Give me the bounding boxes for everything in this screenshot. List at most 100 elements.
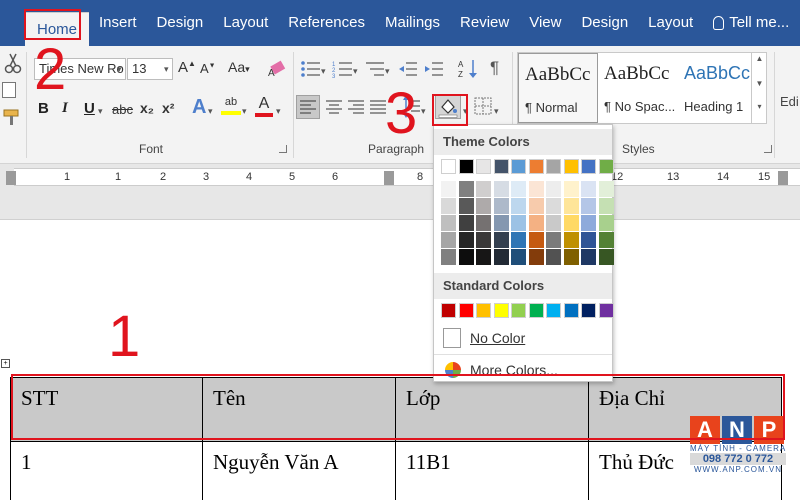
superscript-button[interactable]: x²	[162, 100, 174, 116]
color-shade-swatch[interactable]	[598, 232, 614, 248]
color-shade-swatch[interactable]	[598, 249, 614, 265]
styles-dialog-launcher-icon[interactable]	[764, 145, 772, 153]
color-swatch[interactable]	[493, 159, 509, 174]
color-shade-swatch[interactable]	[493, 232, 509, 248]
color-shade-swatch[interactable]	[563, 249, 579, 265]
align-right-icon[interactable]	[345, 96, 367, 118]
subscript-button[interactable]: x₂	[140, 100, 154, 116]
table-move-handle-icon[interactable]: +	[1, 359, 10, 368]
color-shade-swatch[interactable]	[528, 249, 544, 265]
standard-color-swatch[interactable]	[598, 303, 614, 318]
color-shade-swatch[interactable]	[476, 232, 491, 248]
color-shade-swatch[interactable]	[581, 181, 596, 197]
font-color-dropdown-icon[interactable]: ▾	[276, 106, 281, 117]
table-cell[interactable]: 1	[10, 441, 203, 500]
chevron-up-icon[interactable]: ▲	[752, 54, 767, 63]
color-shade-swatch[interactable]	[458, 232, 474, 248]
text-effects-icon[interactable]: A	[192, 96, 206, 119]
numbering-icon[interactable]: 1 2 3	[332, 60, 354, 78]
color-shade-swatch[interactable]	[493, 215, 509, 231]
format-painter-icon[interactable]	[2, 108, 22, 126]
standard-color-swatch[interactable]	[493, 303, 509, 318]
align-center-icon[interactable]	[323, 96, 345, 118]
color-shade-swatch[interactable]	[458, 181, 474, 197]
font-size-dropdown-icon[interactable]: ▾	[164, 64, 169, 75]
tab-layout[interactable]: Layout	[213, 0, 278, 46]
color-shade-swatch[interactable]	[441, 181, 456, 197]
right-indent-marker[interactable]	[778, 171, 788, 185]
color-shade-swatch[interactable]	[528, 198, 544, 214]
editing-group-label[interactable]: Edi	[780, 94, 799, 109]
color-shade-swatch[interactable]	[528, 215, 544, 231]
tab-table-design[interactable]: Design	[571, 0, 638, 46]
color-shade-swatch[interactable]	[441, 232, 456, 248]
style-heading-1[interactable]: AaBbCc Heading 1	[678, 53, 758, 123]
show-formatting-marks-icon[interactable]: ¶	[490, 58, 499, 78]
tab-review[interactable]: Review	[450, 0, 519, 46]
bullets-icon[interactable]	[300, 60, 322, 78]
color-shade-swatch[interactable]	[458, 249, 474, 265]
color-shade-swatch[interactable]	[563, 215, 579, 231]
color-shade-swatch[interactable]	[493, 249, 509, 265]
color-shade-swatch[interactable]	[546, 249, 561, 265]
line-spacing-dropdown-icon[interactable]: ▾	[421, 106, 426, 117]
tab-references[interactable]: References	[278, 0, 375, 46]
tab-mailings[interactable]: Mailings	[375, 0, 450, 46]
color-shade-swatch[interactable]	[511, 198, 526, 214]
borders-icon[interactable]	[474, 97, 492, 115]
borders-dropdown-icon[interactable]: ▾	[494, 106, 499, 117]
highlight-icon[interactable]: ab	[221, 96, 241, 118]
expand-gallery-icon[interactable]: ▾	[752, 102, 767, 111]
style-normal[interactable]: AaBbCc ¶ Normal	[518, 53, 598, 123]
tab-insert[interactable]: Insert	[89, 0, 147, 46]
tell-me-box[interactable]: Tell me...	[703, 0, 799, 46]
copy-icon[interactable]	[2, 82, 16, 98]
color-shade-swatch[interactable]	[581, 232, 596, 248]
grow-font-icon[interactable]: A▲	[178, 59, 196, 76]
color-shade-swatch[interactable]	[441, 215, 456, 231]
color-shade-swatch[interactable]	[598, 181, 614, 197]
sort-icon[interactable]: AZ	[458, 58, 478, 80]
bullets-dropdown-icon[interactable]: ▾	[321, 66, 326, 77]
highlight-dropdown-icon[interactable]: ▾	[242, 106, 247, 117]
style-no-spacing[interactable]: AaBbCc ¶ No Spac...	[598, 53, 678, 123]
underline-dropdown-icon[interactable]: ▾	[98, 106, 103, 117]
horizontal-ruler[interactable]: 1 1 2 3 4 5 6 8 12 13 14 15	[6, 168, 800, 186]
table-cell[interactable]: Nguyễn Văn A	[202, 441, 396, 500]
tab-table-layout[interactable]: Layout	[638, 0, 703, 46]
color-shade-swatch[interactable]	[581, 198, 596, 214]
standard-color-swatch[interactable]	[563, 303, 579, 318]
increase-indent-icon[interactable]	[424, 60, 444, 78]
cut-icon[interactable]	[4, 52, 22, 74]
color-swatch[interactable]	[581, 159, 596, 174]
tab-design[interactable]: Design	[147, 0, 214, 46]
text-effects-dropdown-icon[interactable]: ▾	[208, 106, 213, 117]
color-shade-swatch[interactable]	[598, 215, 614, 231]
color-shade-swatch[interactable]	[476, 198, 491, 214]
color-shade-swatch[interactable]	[476, 249, 491, 265]
align-left-button[interactable]	[296, 95, 320, 119]
table-row[interactable]: 1 Nguyễn Văn A 11B1 Thủ Đức	[10, 441, 782, 500]
color-shade-swatch[interactable]	[563, 232, 579, 248]
clear-formatting-icon[interactable]: A	[268, 60, 288, 78]
color-shade-swatch[interactable]	[511, 181, 526, 197]
standard-color-swatch[interactable]	[581, 303, 596, 318]
color-swatch[interactable]	[441, 159, 456, 174]
color-swatch[interactable]	[546, 159, 561, 174]
color-shade-swatch[interactable]	[563, 181, 579, 197]
tab-view[interactable]: View	[519, 0, 571, 46]
color-shade-swatch[interactable]	[528, 232, 544, 248]
color-shade-swatch[interactable]	[441, 249, 456, 265]
color-shade-swatch[interactable]	[563, 198, 579, 214]
no-color-option[interactable]: No Color	[438, 325, 610, 351]
table-column-marker[interactable]	[384, 171, 394, 185]
color-shade-swatch[interactable]	[458, 198, 474, 214]
color-shade-swatch[interactable]	[493, 181, 509, 197]
underline-button[interactable]: U	[84, 100, 95, 117]
color-swatch[interactable]	[528, 159, 544, 174]
color-swatch[interactable]	[598, 159, 614, 174]
styles-scrollbar[interactable]: ▲ ▼ ▾	[751, 52, 767, 124]
color-shade-swatch[interactable]	[546, 232, 561, 248]
color-shade-swatch[interactable]	[546, 215, 561, 231]
numbering-dropdown-icon[interactable]: ▾	[353, 66, 358, 77]
